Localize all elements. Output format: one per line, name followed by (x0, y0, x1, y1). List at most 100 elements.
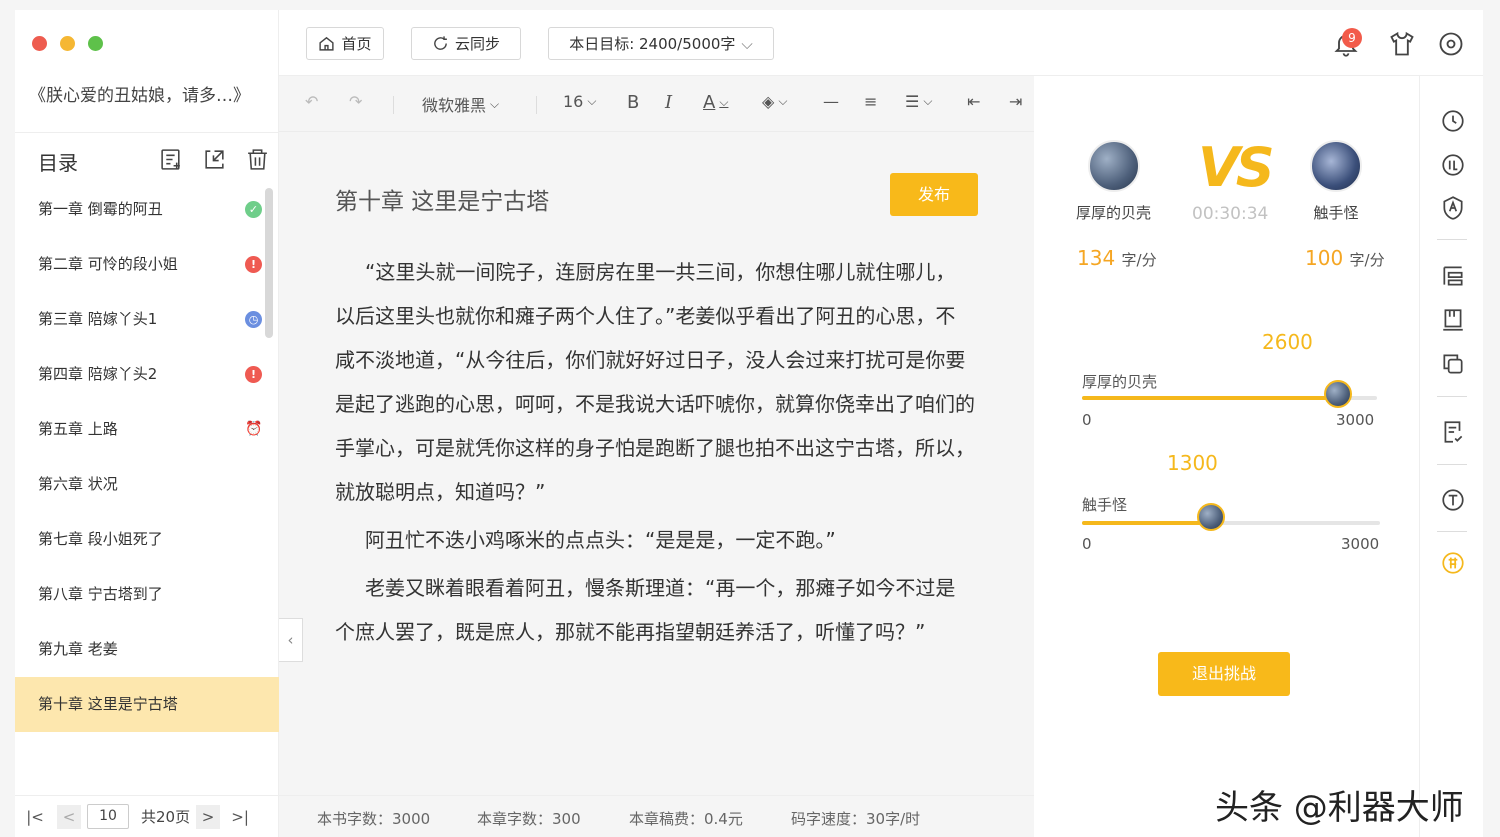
home-icon (319, 36, 335, 51)
chevron-down-icon: ⌵ (587, 94, 597, 108)
close-window-button[interactable] (32, 36, 47, 51)
redo-icon[interactable]: ↷ (349, 92, 362, 111)
book-word-count: 本书字数：3000 (317, 810, 431, 828)
line-spacing-icon[interactable]: ☰ ⌵ (905, 92, 932, 111)
notes-icon[interactable] (1440, 307, 1466, 333)
chapter-title[interactable]: 第十章 这里是宁古塔 (335, 182, 549, 216)
chapter-word-count: 本章字数：300 (477, 810, 581, 828)
challenge-timer: 00:30:34 (1192, 204, 1269, 224)
font-color-icon[interactable]: A ⌵ (703, 92, 728, 113)
paragraph: 阿丑忙不迭小鸡啄米的点点头：“是是是，一定不跑。” (365, 528, 836, 552)
chevron-down-icon: ⌵ (719, 95, 729, 109)
avatar (1310, 140, 1362, 192)
player1-card: 厚厚的贝壳 (1076, 140, 1151, 223)
prev-page-button[interactable]: < (57, 804, 81, 829)
format-toolbar: ↶ ↷ 微软雅黑 ⌵ 16 ⌵ B I A ⌵ ◈ ⌵ — ≡ ☰ ⌵ ⇤ ⇥ (279, 76, 1034, 132)
track1-min: 0 (1082, 411, 1092, 429)
left-panel: 《朕心爱的丑姑娘，请多…》 目录 第一章 倒霉的阿丑 ✓ 第二章 可怜的段小姐! 第三… (15, 10, 279, 837)
settings-icon[interactable] (1437, 30, 1465, 58)
pending-status-icon: ◷ (245, 311, 262, 328)
track1-max: 3000 (1336, 411, 1375, 429)
pagination: |< < 10 共20页 > >| (15, 795, 279, 837)
chevron-down-icon: ⌵ (741, 34, 753, 53)
toc-item[interactable]: 第四章 陪嫁丫头2! (15, 347, 279, 402)
player1-progress-track (1082, 380, 1377, 408)
align-left-icon[interactable]: ≡ (864, 92, 877, 111)
editor-area[interactable]: 第十章 这里是宁古塔 发布 “这里头就一间院子，连厨房在里一共三间，你想住哪儿就… (279, 132, 1034, 795)
typing-speed: 码字速度：30字/时 (791, 810, 921, 828)
last-page-button[interactable]: >| (228, 805, 252, 829)
toc-item[interactable]: 第十章 这里是宁古塔 (15, 677, 279, 732)
page-input[interactable]: 10 (87, 804, 129, 829)
toc-title: 目录 (38, 151, 78, 175)
home-button[interactable]: 首页 (306, 27, 384, 60)
undo-icon[interactable]: ↶ (305, 92, 318, 111)
quit-challenge-button[interactable]: 退出挑战 (1158, 652, 1290, 696)
toc-item[interactable]: 第三章 陪嫁丫头1 ◷ (15, 292, 279, 347)
bold-icon[interactable]: B (627, 92, 639, 113)
sync-button[interactable]: 云同步 (411, 27, 521, 60)
toc-scrollbar[interactable] (265, 188, 273, 338)
toc-item-label: 第七章 段小姐死了 (38, 530, 163, 548)
publish-button[interactable]: 发布 (890, 173, 978, 216)
chevron-down-icon: ⌵ (490, 96, 500, 111)
toc-item[interactable]: 第七章 段小姐死了 (15, 512, 279, 567)
watermark: 头条 @利器大师 (1215, 788, 1464, 828)
first-page-button[interactable]: |< (23, 805, 47, 829)
next-page-button[interactable]: > (196, 804, 221, 829)
track2-min: 0 (1082, 535, 1092, 553)
word-count-icon[interactable] (1440, 152, 1466, 178)
toc-item[interactable]: 第五章 上路 ⏰ (15, 402, 279, 457)
import-icon[interactable] (202, 147, 227, 172)
toc-item[interactable]: 第一章 倒霉的阿丑 ✓ (15, 182, 279, 237)
indent-icon[interactable]: ⇤ (967, 92, 980, 111)
player1-avatar-marker (1323, 380, 1352, 408)
spellcheck-icon[interactable] (1440, 195, 1466, 221)
outdent-icon[interactable]: ⇥ (1009, 92, 1022, 111)
window-controls (32, 36, 103, 51)
track2-max: 3000 (1341, 535, 1380, 553)
maximize-window-button[interactable] (88, 36, 103, 51)
paragraph: “这里头就一间院子，连厨房在里一共三间，你想住哪儿就住哪儿，以后这里头也就你和瘫… (335, 260, 975, 504)
skin-icon[interactable] (1388, 30, 1416, 58)
paragraph: 老姜又眯着眼看着阿丑，慢条斯理道：“再一个，那瘫子如今不过是个庶人罢了，既是庶人… (335, 576, 956, 644)
daily-goal-dropdown[interactable]: 本日目标: 2400/5000字 ⌵ (548, 27, 774, 60)
toc-item[interactable]: 第八章 宁古塔到了 (15, 567, 279, 622)
toc-item-label: 第一章 倒霉的阿丑 (38, 200, 163, 218)
trash-icon[interactable] (245, 147, 270, 172)
toc-item[interactable]: 第二章 可怜的段小姐! (15, 237, 279, 292)
book-title: 《朕心爱的丑姑娘，请多…》 (29, 86, 250, 106)
app-window: 《朕心爱的丑姑娘，请多…》 目录 第一章 倒霉的阿丑 ✓ 第二章 可怜的段小姐! 第三… (15, 10, 1483, 837)
toc-item-label: 第二章 可怜的段小姐 (38, 255, 178, 273)
player2-progress-fill (1082, 521, 1212, 525)
toc-item-label: 第四章 陪嫁丫头2 (38, 365, 158, 383)
player2-track-label: 触手怪 (1082, 496, 1128, 514)
chapter-body[interactable]: “这里头就一间院子，连厨房在里一共三间，你想住哪儿就住哪儿，以后这里头也就你和瘫… (335, 250, 975, 654)
font-family-select[interactable]: 微软雅黑 ⌵ (422, 92, 499, 116)
top-bar: 首页 云同步 本日目标: 2400/5000字 ⌵ 9 (279, 10, 1483, 76)
player1-track-label: 厚厚的贝壳 (1082, 373, 1158, 391)
pinyin-icon[interactable] (1440, 550, 1466, 576)
minimize-window-button[interactable] (60, 36, 75, 51)
add-chapter-icon[interactable] (159, 147, 184, 172)
chevron-down-icon: ⌵ (923, 94, 933, 108)
player2-progress-value: 1300 (1167, 451, 1218, 475)
right-toolbar (1419, 76, 1483, 837)
refresh-icon (434, 36, 447, 50)
highlight-icon[interactable]: ◈ ⌵ (762, 92, 787, 111)
player2-progress-track (1082, 503, 1380, 531)
italic-icon[interactable]: I (665, 92, 672, 113)
text-icon[interactable] (1440, 487, 1466, 513)
history-icon[interactable] (1440, 108, 1466, 134)
avatar (1087, 140, 1140, 192)
toc-item[interactable]: 第九章 老姜 (15, 622, 279, 677)
font-size-select[interactable]: 16 ⌵ (563, 92, 596, 111)
player2-speed: 100 字/分 (1305, 246, 1385, 270)
horizontal-rule-icon[interactable]: — (823, 92, 839, 111)
player1-name: 厚厚的贝壳 (1076, 204, 1152, 222)
checklist-icon[interactable] (1440, 419, 1466, 445)
collapse-sidebar-button[interactable]: ‹ (279, 618, 303, 662)
copy-icon[interactable] (1440, 351, 1466, 377)
toc-item[interactable]: 第六章 状况 (15, 457, 279, 512)
outline-icon[interactable] (1440, 263, 1466, 289)
